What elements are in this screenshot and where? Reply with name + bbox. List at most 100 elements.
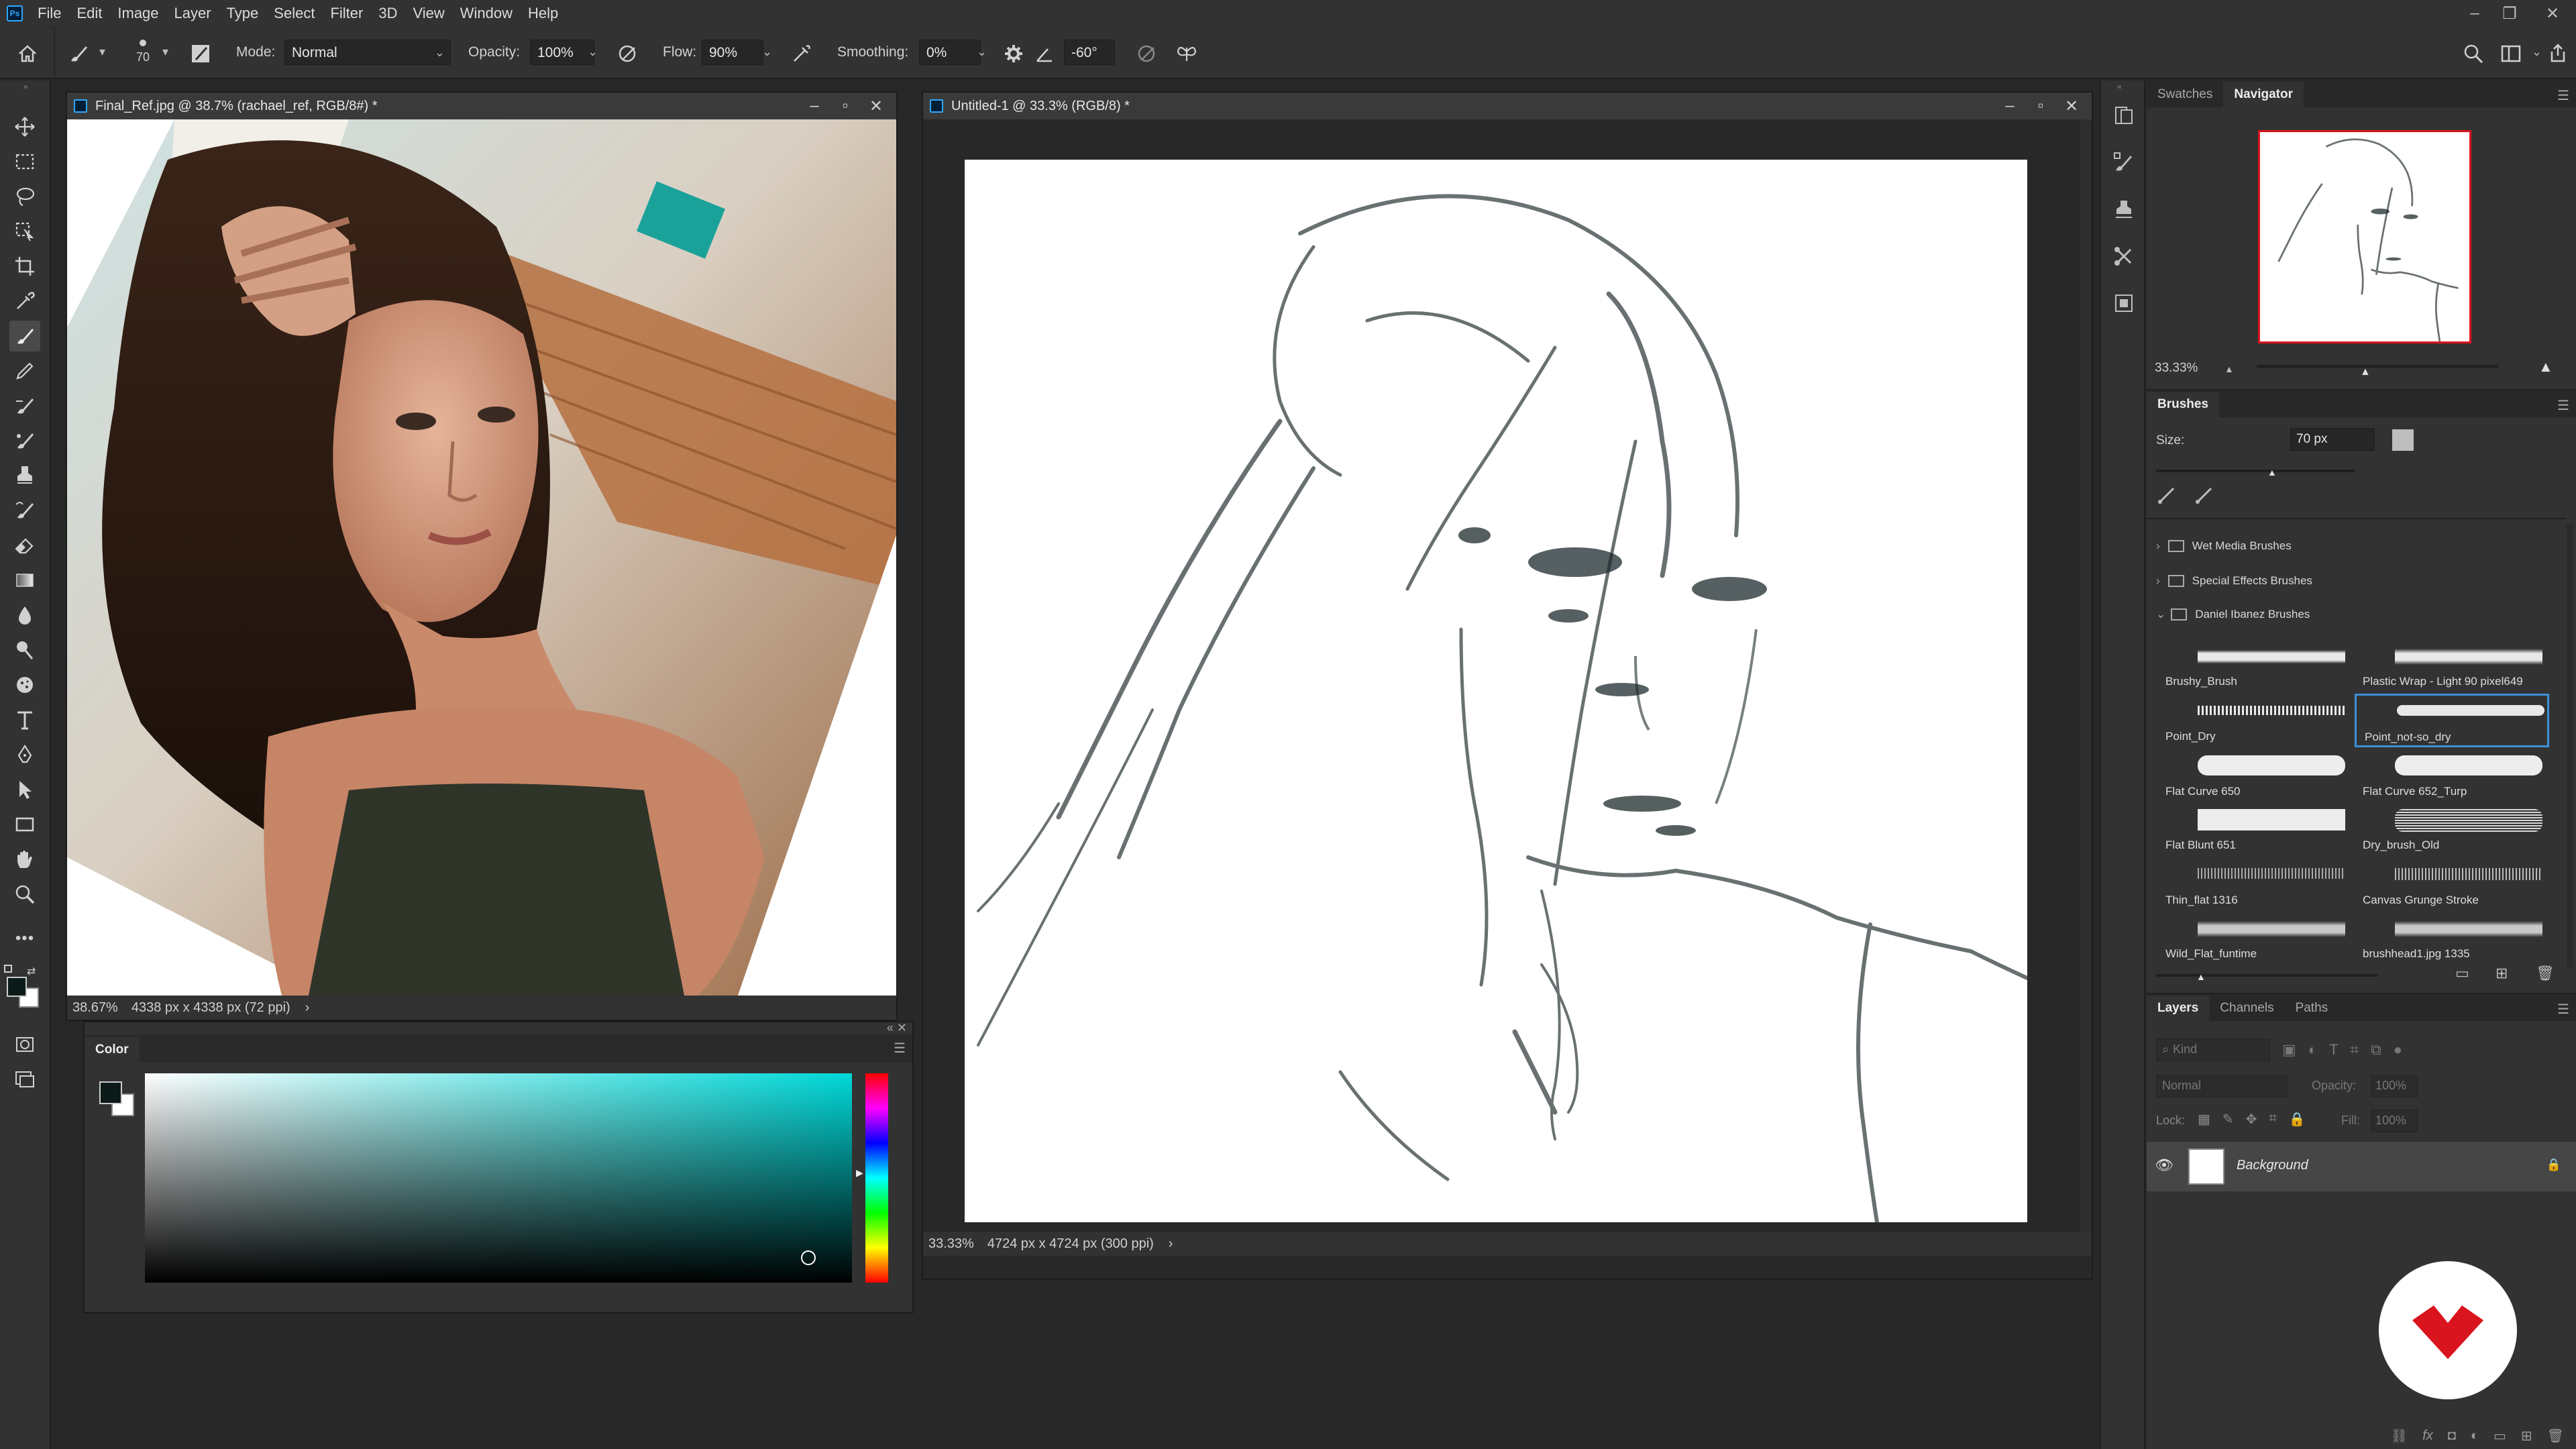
lock-image-pixels-icon[interactable]: ✎: [2222, 1111, 2234, 1128]
recent-brush-2-icon[interactable]: [2194, 484, 2220, 507]
status-info-arrow-icon[interactable]: ›: [305, 1000, 310, 1016]
menu-file[interactable]: File: [38, 5, 61, 22]
brush-item-thin-flat-1316[interactable]: Thin_flat 1316: [2157, 859, 2352, 912]
panel-menu-icon[interactable]: ☰: [2557, 87, 2569, 104]
panel-menu-icon[interactable]: ☰: [2557, 1001, 2569, 1018]
panel-menu-icon[interactable]: ☰: [2557, 397, 2569, 414]
swap-colors-icon[interactable]: ⇄: [27, 965, 36, 978]
brush-size-dropdown-icon[interactable]: ▾: [162, 45, 168, 59]
navigator-zoom-handle-icon[interactable]: ▲: [2360, 366, 2371, 378]
brush-angle-input[interactable]: -60°: [1064, 40, 1115, 65]
brush-item-flat-curve-650[interactable]: Flat Curve 650: [2157, 750, 2352, 804]
type-tool-icon[interactable]: [9, 704, 40, 735]
history-brush-icon[interactable]: [9, 495, 40, 526]
brush-item-brushy-brush[interactable]: Brushy_Brush: [2157, 640, 2352, 694]
tab-channels[interactable]: Channels: [2209, 996, 2284, 1021]
crop-tool-icon[interactable]: [9, 251, 40, 282]
delete-layer-icon[interactable]: 🗑: [2547, 1428, 2564, 1444]
shape-layer-filter-icon[interactable]: ⌗: [2351, 1041, 2359, 1059]
hand-tool-icon[interactable]: [9, 844, 40, 875]
brush-settings-icon[interactable]: [2112, 150, 2136, 174]
minimize-app-icon[interactable]: –: [2458, 0, 2491, 27]
blur-tool-icon[interactable]: [9, 600, 40, 631]
brush-item-dry-brush-old[interactable]: Dry_brush_Old: [2355, 804, 2549, 857]
menu-3d[interactable]: 3D: [378, 5, 397, 22]
layer-blend-mode-select[interactable]: Normal: [2156, 1075, 2288, 1097]
recent-brush-1-icon[interactable]: [2156, 484, 2183, 507]
rectangle-tool-icon[interactable]: [9, 809, 40, 840]
tab-layers[interactable]: Layers: [2147, 996, 2210, 1021]
smoothing-input[interactable]: 0%: [919, 40, 981, 65]
tool-presets-icon[interactable]: [2112, 244, 2136, 268]
toolbar-collapse-icon[interactable]: »: [0, 82, 51, 91]
tab-navigator[interactable]: Navigator: [2223, 82, 2304, 107]
close-app-icon[interactable]: ✕: [2536, 0, 2569, 27]
tab-color[interactable]: Color: [85, 1037, 140, 1063]
main-zoom-level[interactable]: 33.33%: [928, 1236, 974, 1252]
pressure-size-icon[interactable]: [1135, 42, 1158, 65]
navigator-zoom-value[interactable]: 33.33%: [2155, 361, 2198, 376]
status-info-arrow-icon[interactable]: ›: [1169, 1236, 1173, 1252]
zoom-in-icon[interactable]: ▲: [2538, 358, 2553, 376]
new-layer-icon[interactable]: ⊞: [2521, 1428, 2532, 1444]
filter-toggle-icon[interactable]: ●: [2394, 1041, 2402, 1059]
menu-filter[interactable]: Filter: [330, 5, 363, 22]
minimize-icon[interactable]: –: [1995, 93, 2025, 119]
brushes-scrollbar[interactable]: [2567, 525, 2573, 967]
menu-image[interactable]: Image: [117, 5, 158, 22]
link-layers-icon[interactable]: ⛓: [2391, 1428, 2408, 1444]
panel-collapse-icon[interactable]: « ✕: [887, 1021, 907, 1035]
brush-item-wild-flat-funtime[interactable]: Wild_Flat_funtime: [2157, 912, 2352, 966]
layer-style-fx-icon[interactable]: fx: [2422, 1428, 2433, 1444]
brush-settings-panel-icon[interactable]: [189, 42, 212, 65]
brush-size-input[interactable]: 70 px: [2290, 428, 2375, 451]
menu-help[interactable]: Help: [528, 5, 558, 22]
close-icon[interactable]: ✕: [861, 93, 891, 119]
tab-paths[interactable]: Paths: [2285, 996, 2339, 1021]
new-group-folder-icon[interactable]: ▭: [2455, 965, 2469, 982]
smart-object-filter-icon[interactable]: ⧉: [2371, 1041, 2381, 1059]
brush-tool-icon[interactable]: [9, 321, 40, 352]
layer-fill-input[interactable]: 100%: [2371, 1110, 2418, 1132]
quick-mask-icon[interactable]: [9, 1029, 40, 1060]
restore-app-icon[interactable]: ❐: [2493, 0, 2526, 27]
brush-size-slider-handle-icon[interactable]: ▲: [2267, 467, 2277, 478]
menu-window[interactable]: Window: [460, 5, 513, 22]
visibility-eye-icon[interactable]: 👁: [2155, 1157, 2174, 1174]
maximize-icon[interactable]: ▫: [830, 93, 860, 119]
path-selection-tool-icon[interactable]: [9, 774, 40, 805]
object-selection-tool-icon[interactable]: [9, 216, 40, 247]
airbrush-icon[interactable]: [790, 42, 813, 65]
brush-size-picker[interactable]: 70: [127, 36, 158, 73]
gradient-tool-icon[interactable]: [9, 565, 40, 596]
new-brush-icon[interactable]: ⊞: [2496, 965, 2508, 982]
brush-tool-preset-icon[interactable]: [67, 42, 90, 65]
marquee-tool-icon[interactable]: [9, 146, 40, 177]
maximize-icon[interactable]: ▫: [2026, 93, 2055, 119]
mixer-brush-icon[interactable]: [9, 425, 40, 456]
new-group-icon[interactable]: ▭: [2493, 1428, 2506, 1444]
brush-angle-icon[interactable]: [1033, 42, 1056, 65]
workspace-icon[interactable]: [2500, 42, 2522, 65]
eraser-tool-icon[interactable]: [9, 530, 40, 561]
saturation-brightness-field[interactable]: [145, 1073, 852, 1283]
trash-icon[interactable]: 🗑: [2536, 965, 2555, 982]
pencil-tool-icon[interactable]: [9, 356, 40, 386]
layer-kind-filter[interactable]: ⌕ Kind: [2156, 1038, 2270, 1061]
layer-row-background[interactable]: 👁 Background 🔒: [2147, 1142, 2576, 1191]
gear-icon[interactable]: [1002, 42, 1025, 65]
brush-item-flat-curve-652-turp[interactable]: Flat Curve 652_Turp: [2355, 750, 2549, 804]
symmetry-butterfly-icon[interactable]: [1175, 42, 1198, 65]
zoom-tool-icon[interactable]: [9, 879, 40, 910]
adjustment-layer-icon[interactable]: ◐: [2471, 1428, 2479, 1444]
pen-tool-icon[interactable]: [9, 739, 40, 770]
brush-preset-dropdown-icon[interactable]: ▾: [99, 45, 105, 59]
folder-daniel-ibanez-brushes[interactable]: ⌄ Daniel Ibanez Brushes: [2156, 608, 2310, 621]
menu-select[interactable]: Select: [274, 5, 315, 22]
foreground-color-chip[interactable]: [99, 1081, 122, 1104]
flow-input[interactable]: 90%: [702, 40, 763, 65]
move-tool-icon[interactable]: [9, 111, 40, 142]
folder-wet-media-brushes[interactable]: › Wet Media Brushes: [2156, 539, 2292, 553]
layer-name[interactable]: Background: [2237, 1158, 2308, 1173]
opacity-input[interactable]: 100%: [530, 40, 594, 65]
